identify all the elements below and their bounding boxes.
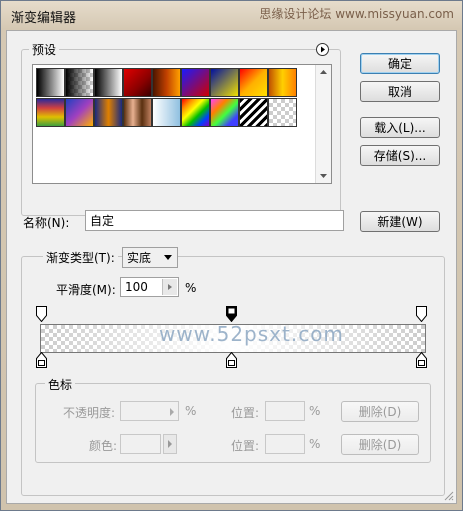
new-button[interactable]: 新建(W)	[360, 211, 440, 232]
presets-scrollbar[interactable]	[315, 65, 331, 183]
title-bar[interactable]: 渐变编辑器 思缘设计论坛 www.missyuan.com	[1, 1, 462, 30]
preset-swatch[interactable]	[181, 68, 210, 97]
load-button[interactable]: 载入(L)...	[360, 117, 440, 138]
smoothness-stepper[interactable]	[162, 279, 177, 295]
presets-menu-icon[interactable]	[316, 43, 329, 56]
opacity-location-field[interactable]	[265, 401, 305, 421]
cancel-button[interactable]: 取消	[360, 81, 440, 102]
preset-swatch[interactable]	[210, 98, 239, 127]
smoothness-label: 平滑度(M):	[56, 283, 116, 297]
color-location-unit: %	[309, 437, 321, 451]
ok-button[interactable]: 确定	[360, 53, 440, 74]
presets-grid	[32, 64, 332, 184]
smoothness-value: 100	[125, 280, 148, 294]
opacity-stop-right[interactable]	[416, 306, 427, 322]
preset-swatch[interactable]	[210, 68, 239, 97]
smoothness-unit: %	[185, 281, 197, 295]
color-location-label: 位置:	[231, 439, 260, 453]
gradient-editor-window: 渐变编辑器 思缘设计论坛 www.missyuan.com 预设 确定 取消 载…	[0, 0, 463, 511]
presets-label: 预设	[29, 41, 60, 58]
stops-label: 色标	[45, 376, 76, 393]
preset-swatch[interactable]	[36, 68, 65, 97]
preset-swatch[interactable]	[268, 98, 297, 127]
dialog-client: 预设 确定 取消 载入(L)... 存储(S)... 名称(N): 自定 新建(…	[6, 30, 457, 504]
preset-swatch[interactable]	[152, 68, 181, 97]
opacity-stop-left[interactable]	[36, 306, 47, 322]
preset-swatch[interactable]	[239, 68, 268, 97]
color-location-field[interactable]	[265, 434, 305, 454]
preset-swatch[interactable]	[94, 98, 123, 127]
preset-swatch[interactable]	[94, 68, 123, 97]
delete-color-stop-button[interactable]: 删除(D)	[341, 434, 419, 455]
preset-swatch[interactable]	[123, 68, 152, 97]
name-field[interactable]: 自定	[85, 210, 344, 231]
window-title: 渐变编辑器	[11, 11, 77, 26]
preset-swatch[interactable]	[181, 98, 210, 127]
preset-swatch[interactable]	[268, 68, 297, 97]
gradient-type-label: 渐变类型(T):	[43, 249, 118, 266]
color-menu-arrow[interactable]	[163, 434, 177, 454]
opacity-stop-midpoint-selected[interactable]	[226, 306, 237, 322]
name-label: 名称(N):	[23, 216, 70, 230]
site-watermark: 思缘设计论坛 www.missyuan.com	[259, 7, 454, 21]
gradient-type-value: 实底	[127, 251, 152, 265]
opacity-field[interactable]	[120, 401, 179, 421]
gradient-preview-bar[interactable]: www.52psxt.com	[40, 324, 426, 353]
preset-swatch[interactable]	[152, 98, 181, 127]
color-stop-middle[interactable]	[226, 352, 237, 368]
preset-swatch[interactable]	[239, 98, 268, 127]
opacity-location-label: 位置:	[231, 406, 260, 420]
color-stop-right[interactable]	[416, 352, 427, 368]
chevron-right-icon	[168, 284, 172, 290]
chevron-down-icon	[164, 255, 172, 260]
color-label: 颜色:	[89, 439, 118, 453]
opacity-label: 不透明度:	[63, 406, 116, 420]
opacity-location-unit: %	[309, 404, 321, 418]
color-stop-left[interactable]	[36, 352, 47, 368]
preset-swatch[interactable]	[123, 98, 152, 127]
preset-swatch[interactable]	[65, 68, 94, 97]
site-watermark-center: www.52psxt.com	[159, 324, 344, 346]
resize-grip-icon[interactable]	[444, 491, 454, 501]
save-button[interactable]: 存储(S)...	[360, 145, 440, 166]
delete-opacity-stop-button[interactable]: 删除(D)	[341, 401, 419, 422]
chevron-right-icon	[170, 408, 174, 416]
gradient-type-select[interactable]: 实底	[122, 247, 178, 268]
smoothness-field[interactable]: 100	[120, 277, 179, 297]
preset-swatch[interactable]	[65, 98, 94, 127]
opacity-unit: %	[185, 404, 197, 418]
preset-swatch[interactable]	[36, 98, 65, 127]
color-swatch[interactable]	[120, 434, 161, 454]
chevron-right-icon	[168, 440, 172, 448]
